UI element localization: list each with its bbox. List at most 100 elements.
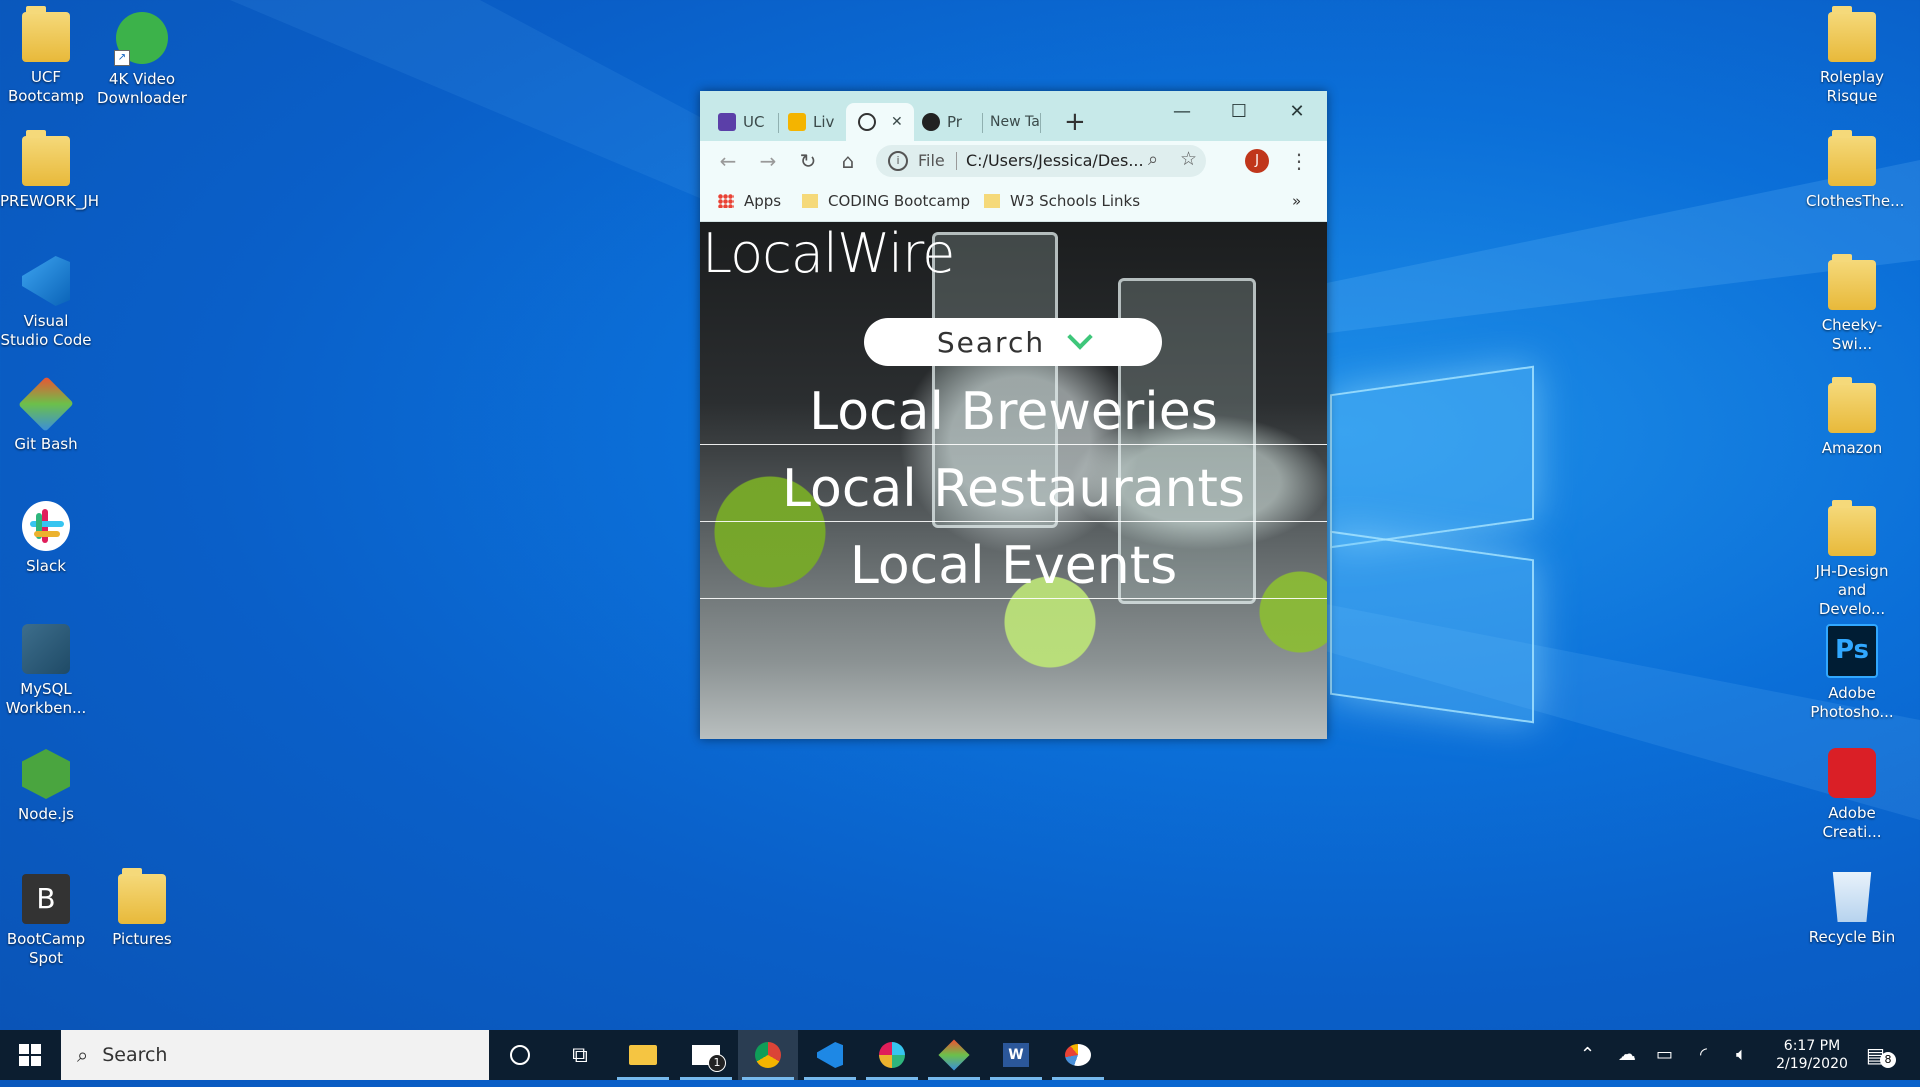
desktop-icon-pictures[interactable]: Pictures <box>96 868 188 949</box>
tab-strip: UC Liv ✕ Pr New Ta + — ☐ ✕ <box>700 91 1327 141</box>
tab-liv[interactable]: Liv <box>788 103 844 141</box>
git-icon <box>938 1039 970 1071</box>
home-icon[interactable]: ⌂ <box>836 149 860 173</box>
volume-muted-icon[interactable]: 🔈︎ <box>1736 1030 1747 1080</box>
browser-toolbar: ← → ↻ ⌂ i File C:/Users/Jessica/Des... ⌕… <box>700 141 1327 181</box>
desktop-icon-roleplay-risque[interactable]: Roleplay Risque <box>1806 6 1898 106</box>
action-center-button[interactable]: ▤ 8 <box>1866 1030 1896 1080</box>
forward-icon[interactable]: → <box>756 149 780 173</box>
word-icon: W <box>1003 1043 1029 1067</box>
info-icon[interactable]: i <box>888 151 908 171</box>
address-bar[interactable]: i File C:/Users/Jessica/Des... ⌕ ☆ <box>876 145 1206 177</box>
taskbar-paint[interactable] <box>1048 1030 1108 1080</box>
tab-new-tab[interactable]: New Ta <box>990 103 1046 141</box>
taskbar-search-box[interactable]: ⌕ Search <box>61 1030 489 1080</box>
taskbar: ⌕ Search ⧉ 1 W ⌃ ☁ ▭ ◜ 🔈︎ 6:17 PM 2/19/2… <box>0 1030 1920 1080</box>
desktop-icon-amazon[interactable]: Amazon <box>1806 377 1898 458</box>
paint-icon <box>1065 1044 1091 1066</box>
cortana-button[interactable] <box>490 1030 550 1080</box>
desktop-icon-prework-jh[interactable]: PREWORK_JH <box>0 130 99 211</box>
profile-avatar[interactable]: J <box>1245 149 1269 173</box>
wifi-icon[interactable]: ◜ <box>1700 1030 1707 1080</box>
task-view-button[interactable]: ⧉ <box>550 1030 610 1080</box>
desktop-icon-adobe-photoshop[interactable]: Ps Adobe Photosho... <box>1806 620 1898 722</box>
taskbar-chrome[interactable] <box>738 1030 798 1080</box>
back-icon[interactable]: ← <box>716 149 740 173</box>
folder-icon <box>1828 130 1876 186</box>
bookmark-star-icon[interactable]: ☆ <box>1180 148 1197 170</box>
nav-link-local-events[interactable]: Local Events <box>700 534 1327 599</box>
windows-icon <box>19 1044 41 1066</box>
folder-icon <box>802 194 818 208</box>
creative-cloud-icon <box>1828 748 1876 798</box>
maximize-button[interactable]: ☐ <box>1219 99 1259 125</box>
desktop-icon-clothesthe[interactable]: ClothesThe... <box>1806 130 1904 211</box>
tab-close-icon[interactable]: ✕ <box>891 114 903 130</box>
reload-icon[interactable]: ↻ <box>796 149 820 173</box>
desktop-icon-bootcamp-spot[interactable]: B BootCamp Spot <box>0 870 92 968</box>
taskbar-git[interactable] <box>924 1030 984 1080</box>
bookmarks-overflow-button[interactable]: » <box>1292 192 1301 210</box>
folder-icon <box>984 194 1000 208</box>
taskbar-word[interactable]: W <box>986 1030 1046 1080</box>
bookmark-coding-bootcamp[interactable]: CODING Bootcamp <box>802 192 970 210</box>
git-icon <box>18 376 74 432</box>
desktop-icon-nodejs[interactable]: Node.js <box>0 745 92 824</box>
onedrive-icon[interactable]: ☁ <box>1618 1030 1636 1080</box>
windows-logo-wallpaper <box>1330 360 1540 724</box>
nav-link-local-breweries[interactable]: Local Breweries <box>700 380 1327 445</box>
desktop-icon-recycle-bin[interactable]: Recycle Bin <box>1806 868 1898 947</box>
file-explorer-icon <box>629 1045 657 1065</box>
mail-badge: 1 <box>708 1054 726 1072</box>
zoom-icon[interactable]: ⌕ <box>1148 149 1158 170</box>
tray-show-hidden-icon[interactable]: ⌃ <box>1580 1030 1595 1080</box>
desktop-icon-visual-studio-code[interactable]: Visual Studio Code <box>0 252 92 350</box>
desktop-icon-jh-design[interactable]: JH-Design and Develo... <box>1806 500 1898 619</box>
desktop-icon-adobe-creative-cloud[interactable]: Adobe Creati... <box>1806 744 1898 842</box>
nav-link-local-restaurants[interactable]: Local Restaurants <box>700 457 1327 522</box>
tab-pr[interactable]: Pr <box>922 103 978 141</box>
url-text[interactable]: C:/Users/Jessica/Des... <box>966 151 1144 170</box>
desktop-icon-ucf-bootcamp[interactable]: UCF Bootcamp <box>0 6 92 106</box>
new-tab-button[interactable]: + <box>1064 103 1086 141</box>
tab-active-local-file[interactable]: ✕ <box>846 103 914 141</box>
desktop-icon-git-bash[interactable]: Git Bash <box>0 375 92 454</box>
menu-kebab-icon[interactable]: ⋮ <box>1287 149 1311 173</box>
search-dropdown-button[interactable]: Search <box>864 318 1162 366</box>
folder-icon <box>22 6 70 62</box>
page-viewport: LocalWire Search Local Breweries Local R… <box>700 222 1327 739</box>
downloader-icon: ↗ <box>114 12 168 66</box>
clock[interactable]: 6:17 PM 2/19/2020 <box>1772 1030 1852 1087</box>
desktop-icon-cheeky-swi[interactable]: Cheeky-Swi... <box>1806 254 1898 354</box>
bookmark-w3-schools-links[interactable]: W3 Schools Links <box>984 192 1140 210</box>
browser-window: UC Liv ✕ Pr New Ta + — ☐ ✕ ← → ↻ ⌂ i Fil… <box>700 91 1327 739</box>
site-logo[interactable]: LocalWire <box>702 222 955 285</box>
github-icon <box>922 113 940 131</box>
minimize-button[interactable]: — <box>1162 99 1202 125</box>
taskbar-mail[interactable]: 1 <box>676 1030 736 1080</box>
vscode-icon <box>817 1042 843 1068</box>
bookmark-apps[interactable]: Apps <box>718 192 781 210</box>
battery-icon[interactable]: ▭ <box>1656 1030 1673 1080</box>
desktop-icon-slack[interactable]: Slack <box>0 497 92 576</box>
vscode-icon <box>22 256 70 306</box>
mysql-icon <box>22 624 70 674</box>
folder-icon <box>1828 377 1876 433</box>
nodejs-icon <box>22 749 70 799</box>
taskbar-slack[interactable] <box>862 1030 922 1080</box>
taskbar-vscode[interactable] <box>800 1030 860 1080</box>
taskbar-file-explorer[interactable] <box>613 1030 673 1080</box>
slack-icon <box>22 501 70 551</box>
folder-icon <box>1828 254 1876 310</box>
recycle-bin-icon <box>1832 872 1872 922</box>
start-button[interactable] <box>0 1030 60 1080</box>
bootcamp-icon: B <box>22 874 70 924</box>
chevron-down-icon <box>1067 324 1093 350</box>
folder-icon <box>1828 6 1876 62</box>
desktop-icon-mysql-workbench[interactable]: MySQL Workben... <box>0 620 92 718</box>
slides-icon <box>788 113 806 131</box>
tab-uc[interactable]: UC <box>718 103 774 141</box>
shortcut-arrow-icon: ↗ <box>114 50 130 66</box>
desktop-icon-4k-video-downloader[interactable]: ↗ 4K Video Downloader <box>96 8 188 108</box>
close-button[interactable]: ✕ <box>1277 99 1317 125</box>
